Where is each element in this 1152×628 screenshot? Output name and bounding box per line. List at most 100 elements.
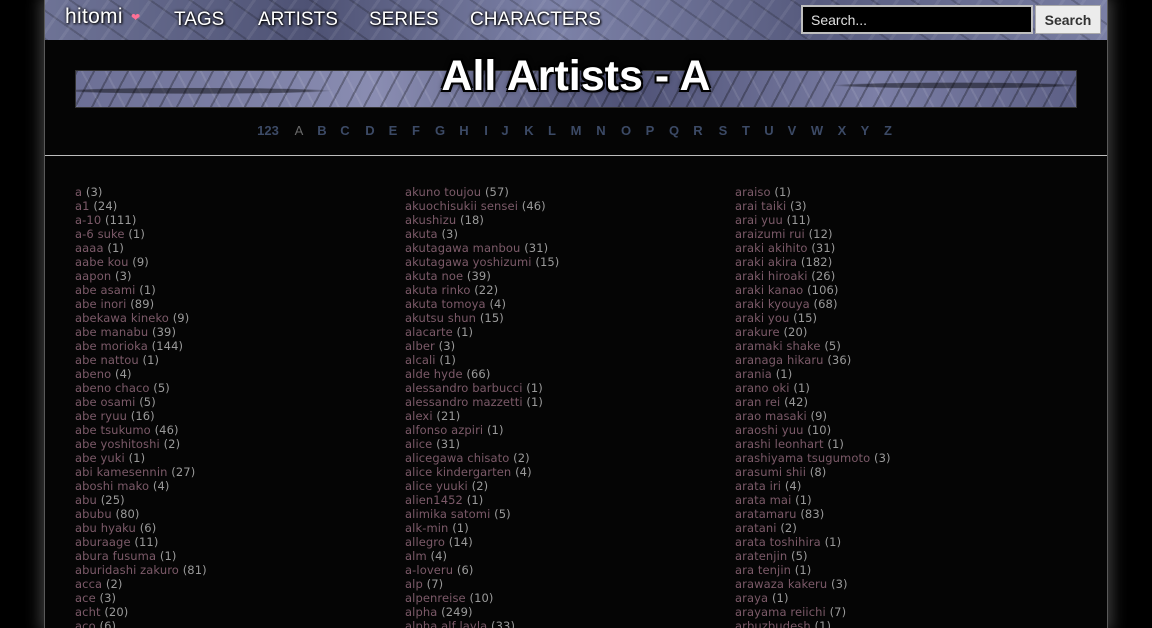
artist-link[interactable]: aburidashi zakuro — [75, 563, 179, 577]
artist-link[interactable]: a-10 — [75, 213, 101, 227]
letter-link-b[interactable]: B — [317, 123, 326, 138]
letter-link-y[interactable]: Y — [861, 123, 870, 138]
artist-link[interactable]: arakure — [735, 325, 780, 339]
artist-link[interactable]: arata iri — [735, 479, 781, 493]
artist-link[interactable]: abeno chaco — [75, 381, 150, 395]
artist-link[interactable]: alcali — [405, 353, 436, 367]
letter-link-z[interactable]: Z — [884, 123, 892, 138]
artist-link[interactable]: abe nattou — [75, 353, 139, 367]
letter-link-k[interactable]: K — [524, 123, 533, 138]
site-logo[interactable]: hitomi — [65, 5, 123, 29]
nav-characters[interactable]: CHARACTERS — [470, 9, 601, 31]
artist-link[interactable]: aratamaru — [735, 507, 797, 521]
letter-link-c[interactable]: C — [340, 123, 349, 138]
search-button[interactable]: Search — [1035, 5, 1101, 34]
artist-link[interactable]: abe ryuu — [75, 409, 127, 423]
artist-link[interactable]: abi kamesennin — [75, 465, 168, 479]
artist-link[interactable]: araki akihito — [735, 241, 808, 255]
artist-link[interactable]: alice yuuki — [405, 479, 468, 493]
artist-link[interactable]: alicegawa chisato — [405, 451, 509, 465]
artist-link[interactable]: abe yoshitoshi — [75, 437, 160, 451]
artist-link[interactable]: alber — [405, 339, 435, 353]
artist-link[interactable]: akuta noe — [405, 269, 463, 283]
artist-link[interactable]: alfonso azpiri — [405, 423, 483, 437]
artist-link[interactable]: aburaage — [75, 535, 131, 549]
artist-link[interactable]: araizumi rui — [735, 227, 805, 241]
letter-link-a[interactable]: A — [295, 123, 304, 138]
artist-link[interactable]: alimika satomi — [405, 507, 490, 521]
letter-link-123[interactable]: 123 — [257, 123, 279, 138]
artist-link[interactable]: arao masaki — [735, 409, 807, 423]
artist-link[interactable]: a — [75, 185, 82, 199]
artist-link[interactable]: alice — [405, 437, 432, 451]
artist-link[interactable]: abe asami — [75, 283, 135, 297]
artist-link[interactable]: alice kindergarten — [405, 465, 511, 479]
letter-link-w[interactable]: W — [811, 123, 823, 138]
artist-link[interactable]: araki you — [735, 311, 789, 325]
artist-link[interactable]: a-6 suke — [75, 227, 125, 241]
artist-link[interactable]: alessandro barbucci — [405, 381, 523, 395]
artist-link[interactable]: alk-min — [405, 521, 448, 535]
nav-tags[interactable]: TAGS — [174, 9, 224, 31]
artist-link[interactable]: aratani — [735, 521, 777, 535]
artist-link[interactable]: abe yuki — [75, 451, 125, 465]
letter-link-t[interactable]: T — [742, 123, 750, 138]
letter-link-f[interactable]: F — [412, 123, 420, 138]
letter-link-l[interactable]: L — [548, 123, 556, 138]
artist-link[interactable]: arawaza kakeru — [735, 577, 827, 591]
artist-link[interactable]: arayama reiichi — [735, 605, 826, 619]
artist-link[interactable]: arbuzbudesh — [735, 619, 811, 628]
letter-link-h[interactable]: H — [459, 123, 468, 138]
letter-link-d[interactable]: D — [365, 123, 374, 138]
artist-link[interactable]: abubu — [75, 507, 112, 521]
artist-link[interactable]: aaaa — [75, 241, 104, 255]
artist-link[interactable]: arashiyama tsugumoto — [735, 451, 870, 465]
letter-link-p[interactable]: P — [646, 123, 655, 138]
artist-link[interactable]: akuno toujou — [405, 185, 481, 199]
artist-link[interactable]: akuta rinko — [405, 283, 470, 297]
artist-link[interactable]: acca — [75, 577, 102, 591]
artist-link[interactable]: alien1452 — [405, 493, 463, 507]
artist-link[interactable]: arai taiki — [735, 199, 786, 213]
letter-link-e[interactable]: E — [389, 123, 398, 138]
artist-link[interactable]: ara tenjin — [735, 563, 791, 577]
nav-artists[interactable]: ARTISTS — [258, 9, 338, 31]
artist-link[interactable]: alessandro mazzetti — [405, 395, 523, 409]
artist-link[interactable]: alpenreise — [405, 591, 466, 605]
artist-link[interactable]: araki kyouya — [735, 297, 810, 311]
letter-link-u[interactable]: U — [764, 123, 773, 138]
artist-link[interactable]: arano oki — [735, 381, 790, 395]
artist-link[interactable]: abura fusuma — [75, 549, 156, 563]
letter-link-m[interactable]: M — [571, 123, 582, 138]
artist-link[interactable]: akuochisukii sensei — [405, 199, 518, 213]
artist-link[interactable]: alpha — [405, 605, 437, 619]
artist-link[interactable]: abu — [75, 493, 97, 507]
artist-link[interactable]: alp — [405, 577, 423, 591]
artist-link[interactable]: akushizu — [405, 213, 456, 227]
artist-link[interactable]: arata mai — [735, 493, 791, 507]
artist-link[interactable]: a1 — [75, 199, 90, 213]
artist-link[interactable]: alexi — [405, 409, 433, 423]
letter-link-r[interactable]: R — [693, 123, 702, 138]
letter-link-q[interactable]: Q — [669, 123, 679, 138]
letter-link-n[interactable]: N — [596, 123, 605, 138]
artist-link[interactable]: araiso — [735, 185, 771, 199]
artist-link[interactable]: abe tsukumo — [75, 423, 151, 437]
letter-link-o[interactable]: O — [621, 123, 631, 138]
artist-link[interactable]: abeno — [75, 367, 111, 381]
artist-link[interactable]: aabe kou — [75, 255, 129, 269]
artist-link[interactable]: akutsu shun — [405, 311, 476, 325]
letter-link-j[interactable]: J — [501, 123, 508, 138]
artist-link[interactable]: abu hyaku — [75, 521, 136, 535]
artist-link[interactable]: aapon — [75, 269, 111, 283]
artist-link[interactable]: alde hyde — [405, 367, 463, 381]
artist-link[interactable]: aboshi mako — [75, 479, 149, 493]
search-input[interactable] — [801, 5, 1033, 34]
artist-link[interactable]: ace — [75, 591, 96, 605]
artist-link[interactable]: akuta — [405, 227, 438, 241]
artist-link[interactable]: alm — [405, 549, 427, 563]
artist-link[interactable]: abekawa kineko — [75, 311, 169, 325]
artist-link[interactable]: akutagawa manbou — [405, 241, 520, 255]
artist-link[interactable]: aranaga hikaru — [735, 353, 824, 367]
artist-link[interactable]: aramaki shake — [735, 339, 821, 353]
